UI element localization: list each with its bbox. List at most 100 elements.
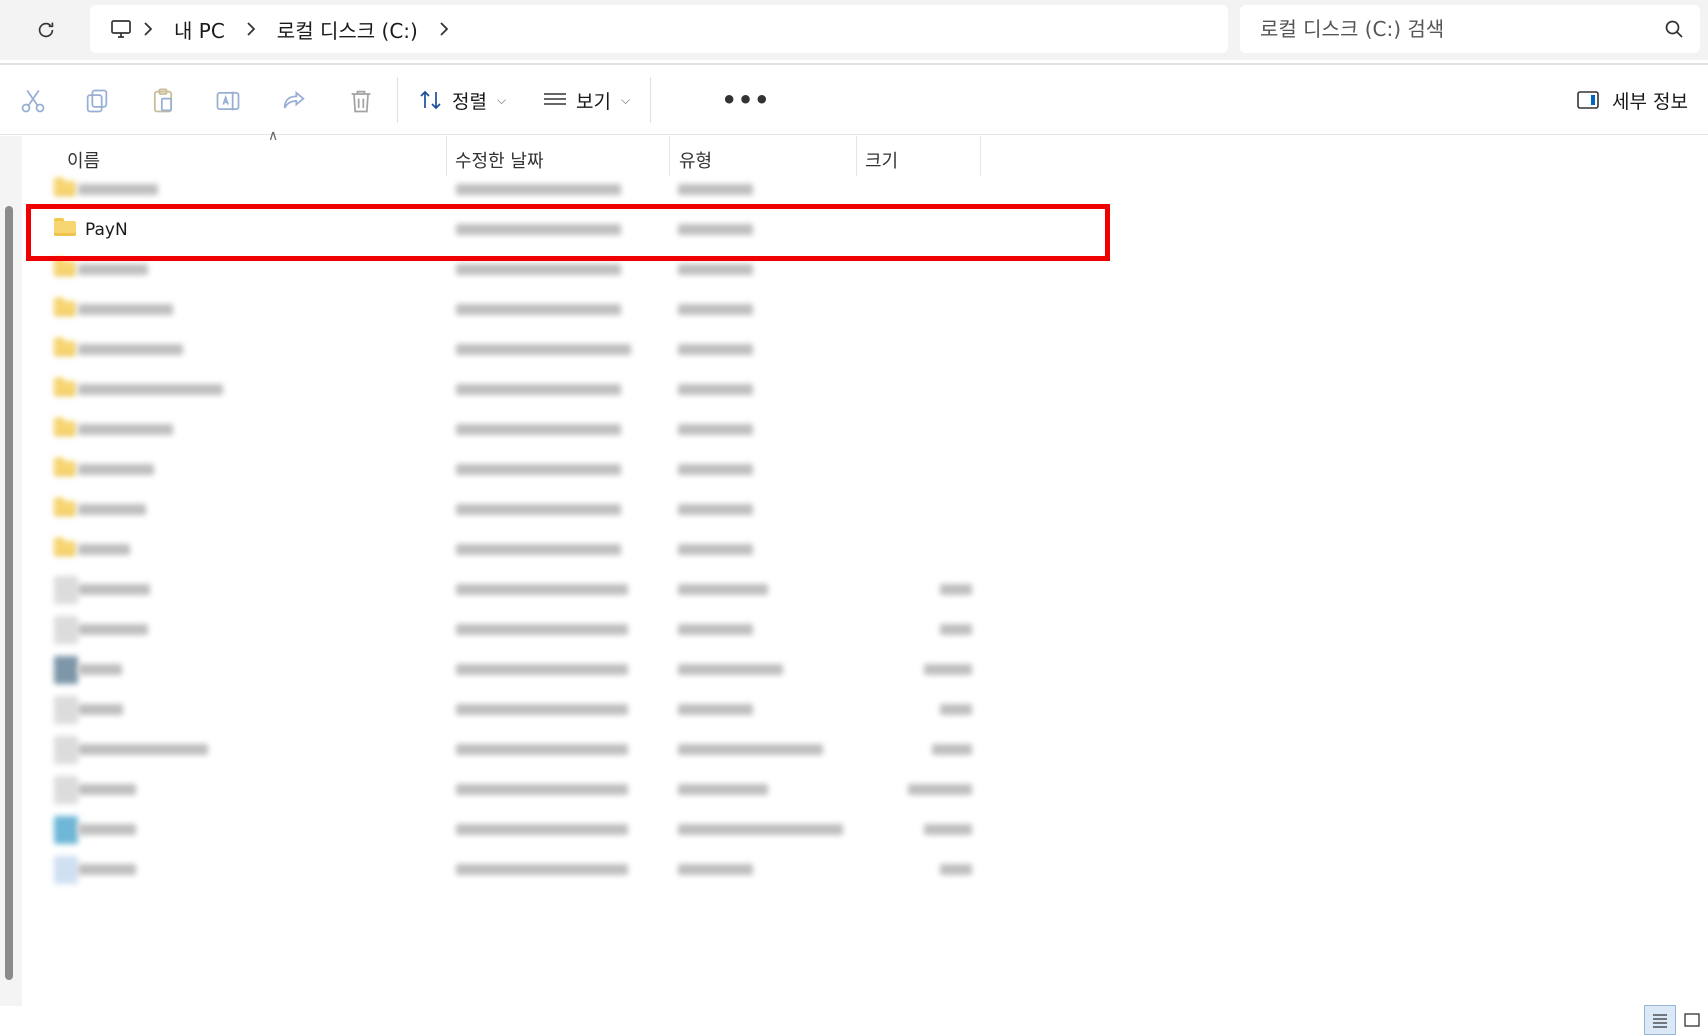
- list-item[interactable]: [26, 690, 1110, 730]
- list-item[interactable]: [26, 810, 1110, 850]
- sort-ascending-icon: ∧: [268, 128, 279, 144]
- view-list-icon: [544, 93, 566, 105]
- details-view-button[interactable]: [1644, 1005, 1676, 1035]
- list-item[interactable]: [26, 570, 1110, 610]
- blurred-date: [456, 544, 621, 555]
- blurred-name: [78, 864, 136, 875]
- blurred-size: [924, 664, 972, 675]
- address-row: 내 PC 로컬 디스크 (C:): [0, 0, 1708, 60]
- blurred-type: [678, 464, 753, 475]
- paste-icon[interactable]: [149, 87, 177, 115]
- blurred-type: [678, 424, 753, 435]
- refresh-icon: [38, 22, 54, 38]
- vertical-scrollbar[interactable]: [0, 136, 22, 1006]
- tiles-view-icon: [1684, 1013, 1700, 1027]
- highlight-box: [26, 204, 1110, 261]
- blurred-name: [78, 264, 148, 275]
- scrollbar-thumb[interactable]: [5, 206, 13, 980]
- cut-icon[interactable]: [19, 87, 47, 115]
- file-list-pane: ∧ 이름 수정한 날짜 유형 크기 PayN: [0, 128, 1708, 1035]
- blurred-size: [940, 704, 972, 715]
- list-item[interactable]: [26, 410, 1110, 450]
- folder-icon: [54, 458, 76, 476]
- details-view-icon: [1653, 1014, 1667, 1028]
- details-pane-button[interactable]: 세부 정보: [1576, 81, 1688, 119]
- sort-button[interactable]: 정렬 ⌵: [418, 81, 506, 119]
- blurred-name: [78, 184, 158, 195]
- blurred-type: [678, 504, 753, 515]
- breadcrumb-chevron-icon[interactable]: [237, 5, 265, 53]
- blurred-date: [456, 384, 621, 395]
- blurred-type: [678, 704, 753, 715]
- folder-icon: [54, 178, 76, 196]
- list-item[interactable]: [26, 450, 1110, 490]
- refresh-button[interactable]: [28, 12, 64, 48]
- blurred-date: [456, 184, 621, 195]
- blurred-date: [456, 704, 628, 715]
- blurred-name: [78, 504, 146, 515]
- list-item[interactable]: [26, 530, 1110, 570]
- this-pc-icon[interactable]: [108, 16, 134, 42]
- list-item[interactable]: [26, 850, 1110, 890]
- details-pane-icon: [1577, 91, 1599, 109]
- folder-icon: [54, 418, 76, 436]
- blurred-type: [678, 864, 753, 875]
- more-options-button[interactable]: •••: [721, 83, 769, 117]
- list-item[interactable]: [26, 610, 1110, 650]
- list-item[interactable]: [26, 650, 1110, 690]
- rename-icon[interactable]: [214, 87, 242, 115]
- toolbar-divider: [650, 77, 651, 123]
- blurred-type: [678, 624, 753, 635]
- blurred-date: [456, 504, 621, 515]
- breadcrumb-local-disk[interactable]: 로컬 디스크 (C:): [265, 15, 430, 44]
- list-item[interactable]: [26, 490, 1110, 530]
- blurred-name: [78, 784, 136, 795]
- delete-icon[interactable]: [347, 87, 375, 115]
- blurred-name: [78, 664, 122, 675]
- blurred-date: [456, 304, 621, 315]
- blurred-type: [678, 184, 753, 195]
- blurred-type: [678, 384, 753, 395]
- folder-icon: [54, 378, 76, 396]
- file-icon: [54, 736, 78, 764]
- details-label: 세부 정보: [1612, 90, 1688, 113]
- list-item[interactable]: [26, 330, 1110, 370]
- file-icon: [54, 696, 78, 724]
- folder-icon: [54, 338, 76, 356]
- search-icon[interactable]: [1664, 19, 1684, 39]
- blurred-type: [678, 584, 768, 595]
- search-box[interactable]: [1240, 5, 1700, 53]
- breadcrumb-this-pc[interactable]: 내 PC: [162, 15, 237, 44]
- sort-icon: [420, 90, 441, 110]
- blurred-date: [456, 344, 631, 355]
- blurred-type: [678, 664, 783, 675]
- blurred-type: [678, 784, 768, 795]
- file-icon: [54, 816, 78, 844]
- list-item[interactable]: [26, 370, 1110, 410]
- breadcrumb-chevron-icon[interactable]: [430, 5, 458, 53]
- blurred-name: [78, 424, 173, 435]
- blurred-size: [908, 784, 972, 795]
- blurred-name: [78, 744, 208, 755]
- view-button[interactable]: 보기 ⌵: [542, 81, 630, 119]
- list-item[interactable]: [26, 730, 1110, 770]
- blurred-size: [924, 824, 972, 835]
- blurred-size: [940, 864, 972, 875]
- blurred-type: [678, 824, 843, 835]
- blurred-name: [78, 384, 223, 395]
- blurred-date: [456, 424, 621, 435]
- list-item[interactable]: [26, 770, 1110, 810]
- chevron-down-icon: ⌵: [620, 92, 631, 107]
- folder-icon: [54, 498, 76, 516]
- file-icon: [54, 616, 78, 644]
- search-input[interactable]: [1260, 5, 1640, 53]
- blurred-date: [456, 664, 628, 675]
- list-item[interactable]: [26, 290, 1110, 330]
- blurred-size: [932, 744, 972, 755]
- copy-icon[interactable]: [83, 87, 111, 115]
- sort-label: 정렬: [452, 90, 487, 113]
- address-bar[interactable]: 내 PC 로컬 디스크 (C:): [90, 5, 1228, 53]
- breadcrumb-chevron-icon[interactable]: [134, 5, 162, 53]
- share-icon[interactable]: [280, 87, 308, 115]
- tiles-view-button[interactable]: [1676, 1005, 1708, 1035]
